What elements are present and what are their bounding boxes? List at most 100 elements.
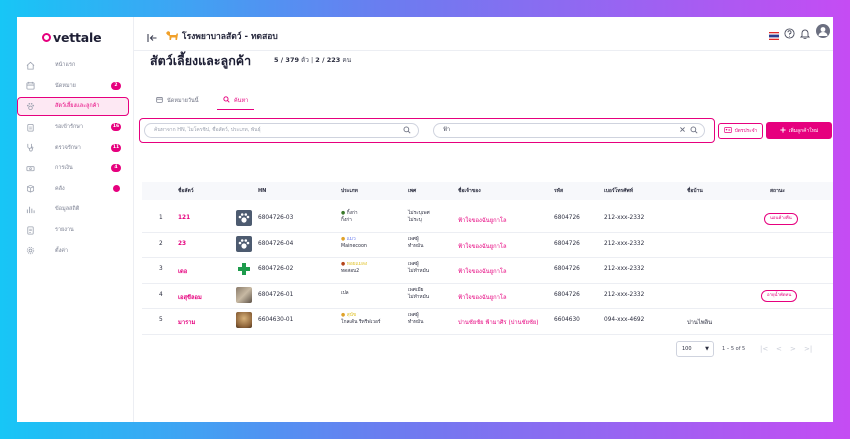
pet-name-link[interactable]: เดอ <box>178 266 187 276</box>
table-row[interactable]: 5 มาราม 6604630-01 ● สุนัข โกลเด้น รีทรี… <box>142 308 833 335</box>
house-name: ปานไพลิน <box>687 320 713 326</box>
sidebar-item-label: หน้าแรก <box>55 62 76 69</box>
app-window: vettale หน้าแรก นัดหมาย 2 สัตว์เลี้ยงและ… <box>17 17 833 422</box>
breed-label: โกลเด้น รีทรีฟเวอร์ <box>341 320 381 325</box>
sex-info: เพศผู้ ทำหมัน <box>408 236 423 250</box>
tab-bar: นัดหมายวันนี้ ค้นหา <box>149 92 829 110</box>
tab-label: นัดหมายวันนี้ <box>167 97 199 104</box>
sidebar-item-finance[interactable]: การเงิน 4 <box>17 158 133 179</box>
add-client-button[interactable]: เพิ่มลูกค้าใหม่ <box>766 122 832 139</box>
owner-code: 6804726 <box>554 240 580 247</box>
owner-name-link[interactable]: ฟ้าใจของฉันยูกาโล <box>458 241 507 251</box>
count-badge: 16 <box>111 123 121 132</box>
dog-icon: ● <box>341 313 346 318</box>
calendar-icon <box>25 81 35 91</box>
column-header: ชื่อบ้าน <box>687 188 703 194</box>
calendar-icon <box>156 96 163 105</box>
record-counts: 5 / 379 ตัว | 2 / 223 คน <box>274 55 351 65</box>
sex-label: เพศเมีย <box>408 287 424 293</box>
owner-name-link[interactable]: ฟ้าใจของฉันยูกาโล <box>458 215 507 225</box>
table-row[interactable]: 3 เดอ 6804726-02 ● หอยแมลง ทดสอบ2 เพศผู้… <box>142 257 833 284</box>
tab-label: ค้นหา <box>234 97 249 104</box>
table-row[interactable]: 4 เอสุขีลอม 6804726-01 เปล เพศเมีย ไม่ทำ… <box>142 283 833 309</box>
row-number: 2 <box>159 240 163 247</box>
scan-card-button[interactable]: บัตรประจำ <box>718 123 763 139</box>
sidebar-item-label: ข้อมูลสถิติ <box>55 206 80 213</box>
thai-flag-icon[interactable] <box>769 25 779 44</box>
neuter-label: ไม่ทำหมัน <box>408 269 430 274</box>
clinic-switcher[interactable]: โรงพยาบาลสัตว์ - ทดสอบ <box>165 26 278 45</box>
neuter-label: ทำหมัน <box>408 243 424 249</box>
owner-code: 6804726 <box>554 291 580 298</box>
pet-name-link[interactable]: 23 <box>178 241 186 247</box>
owner-search-input[interactable]: ฟ้า <box>433 122 705 140</box>
table-row[interactable]: 2 23 6804726-04 ● แมว Mainecoon เพศผู้ ท… <box>142 232 833 258</box>
brand-logo[interactable]: vettale <box>42 29 102 45</box>
collapse-sidebar-icon[interactable] <box>147 28 158 47</box>
breed-label: เปล <box>341 290 349 296</box>
species-label: หอยแมลง <box>346 262 368 267</box>
sidebar-item-label: ตั้งค่า <box>55 247 69 254</box>
home-icon <box>25 60 35 70</box>
sidebar-item-reports[interactable]: รายงาน <box>17 220 133 241</box>
search-filters: ค้นหาจาก HN, ไมโครชิป, ชื่อสัตว์, ประเภท… <box>139 118 715 143</box>
species-type: ● หอยแมลง ทดสอบ2 <box>341 261 367 275</box>
cash-icon <box>25 163 35 173</box>
clinic-name: โรงพยาบาลสัตว์ - ทดสอบ <box>182 31 278 42</box>
species-type: ● แมว Mainecoon <box>341 236 367 250</box>
paw-placeholder-icon <box>236 210 252 226</box>
sidebar-item-pets-clients[interactable]: สัตว์เลี้ยงและลูกค้า <box>17 96 133 117</box>
sidebar-item-label: รายงาน <box>55 227 74 234</box>
sidebar-item-settings[interactable]: ตั้งค่า <box>17 240 133 261</box>
sidebar-item-inventory[interactable]: คลัง <box>17 179 133 200</box>
avatar[interactable] <box>816 23 830 42</box>
table-row[interactable]: 1 121 6804726-03 ● กิ้งก่า กิ้งก่า ไม่ระ… <box>142 206 833 233</box>
status-badge: นอนค้างคืน <box>764 213 798 225</box>
pet-name-link[interactable]: เอสุขีลอม <box>178 292 202 302</box>
sidebar: vettale หน้าแรก นัดหมาย 2 สัตว์เลี้ยงและ… <box>17 17 134 422</box>
owner-name-link[interactable]: ฟ้าใจของฉันยูกาโล <box>458 292 507 302</box>
sidebar-item-waiting[interactable]: รอเข้ารักษา 16 <box>17 117 133 138</box>
clear-icon[interactable] <box>679 126 686 139</box>
last-page-icon[interactable]: >| <box>804 341 812 357</box>
pet-search-input[interactable]: ค้นหาจาก HN, ไมโครชิป, ชื่อสัตว์, ประเภท… <box>144 122 419 140</box>
neuter-label: ไม่ระบุ <box>408 218 422 223</box>
owner-name-link[interactable]: ฟ้าใจของฉันยูกาโล <box>458 266 507 276</box>
sidebar-item-appointments[interactable]: นัดหมาย 2 <box>17 76 133 97</box>
column-header: ประเภท <box>341 188 358 194</box>
count-badge: 4 <box>111 164 121 173</box>
tab-today-appointments[interactable]: นัดหมายวันนี้ <box>156 92 199 109</box>
pet-name-link[interactable]: 121 <box>178 215 190 221</box>
column-header: HN <box>258 188 267 194</box>
rows-per-page-value: 100 <box>682 346 692 352</box>
rows-per-page-select[interactable]: 100 ▼ <box>676 341 714 357</box>
column-header: สถานะ <box>770 188 785 194</box>
owner-name-link[interactable]: ปานชัยชัย ฟ้ามาศิร (ปานชัยชัย) <box>458 317 539 327</box>
row-number: 1 <box>159 215 163 221</box>
notification-bell-icon[interactable] <box>799 24 811 43</box>
first-page-icon[interactable]: |< <box>760 341 768 357</box>
help-icon[interactable] <box>784 24 795 43</box>
count-badge: 11 <box>111 143 121 152</box>
breed-label: กิ้งก่า <box>341 218 352 223</box>
owner-count-unit: คน <box>342 56 352 64</box>
hn-value: 6804726-04 <box>258 240 294 247</box>
next-page-icon[interactable]: > <box>790 341 796 357</box>
species-type: ● กิ้งก่า กิ้งก่า <box>341 210 358 224</box>
owner-count: 2 / 223 <box>315 56 341 64</box>
sidebar-item-treatment[interactable]: ตรวจรักษา 11 <box>17 137 133 158</box>
sidebar-item-statistics[interactable]: ข้อมูลสถิติ <box>17 199 133 220</box>
pet-name-link[interactable]: มาราม <box>178 317 195 327</box>
hn-value: 6604630-01 <box>258 317 294 323</box>
sidebar-item-home[interactable]: หน้าแรก <box>17 55 133 76</box>
search-icon[interactable] <box>403 126 411 140</box>
prev-page-icon[interactable]: < <box>776 341 782 357</box>
phone-number: 212-xxx-2332 <box>604 266 645 272</box>
pet-count: 5 / 379 <box>274 56 299 64</box>
sex-label: ไม่ระบุเพศ <box>408 211 430 216</box>
sidebar-item-label: สัตว์เลี้ยงและลูกค้า <box>55 103 100 110</box>
search-icon[interactable] <box>690 126 698 140</box>
sidebar-item-label: นัดหมาย <box>55 82 76 89</box>
tab-search[interactable]: ค้นหา <box>217 92 255 110</box>
breed-label: ทดสอบ2 <box>341 269 360 274</box>
